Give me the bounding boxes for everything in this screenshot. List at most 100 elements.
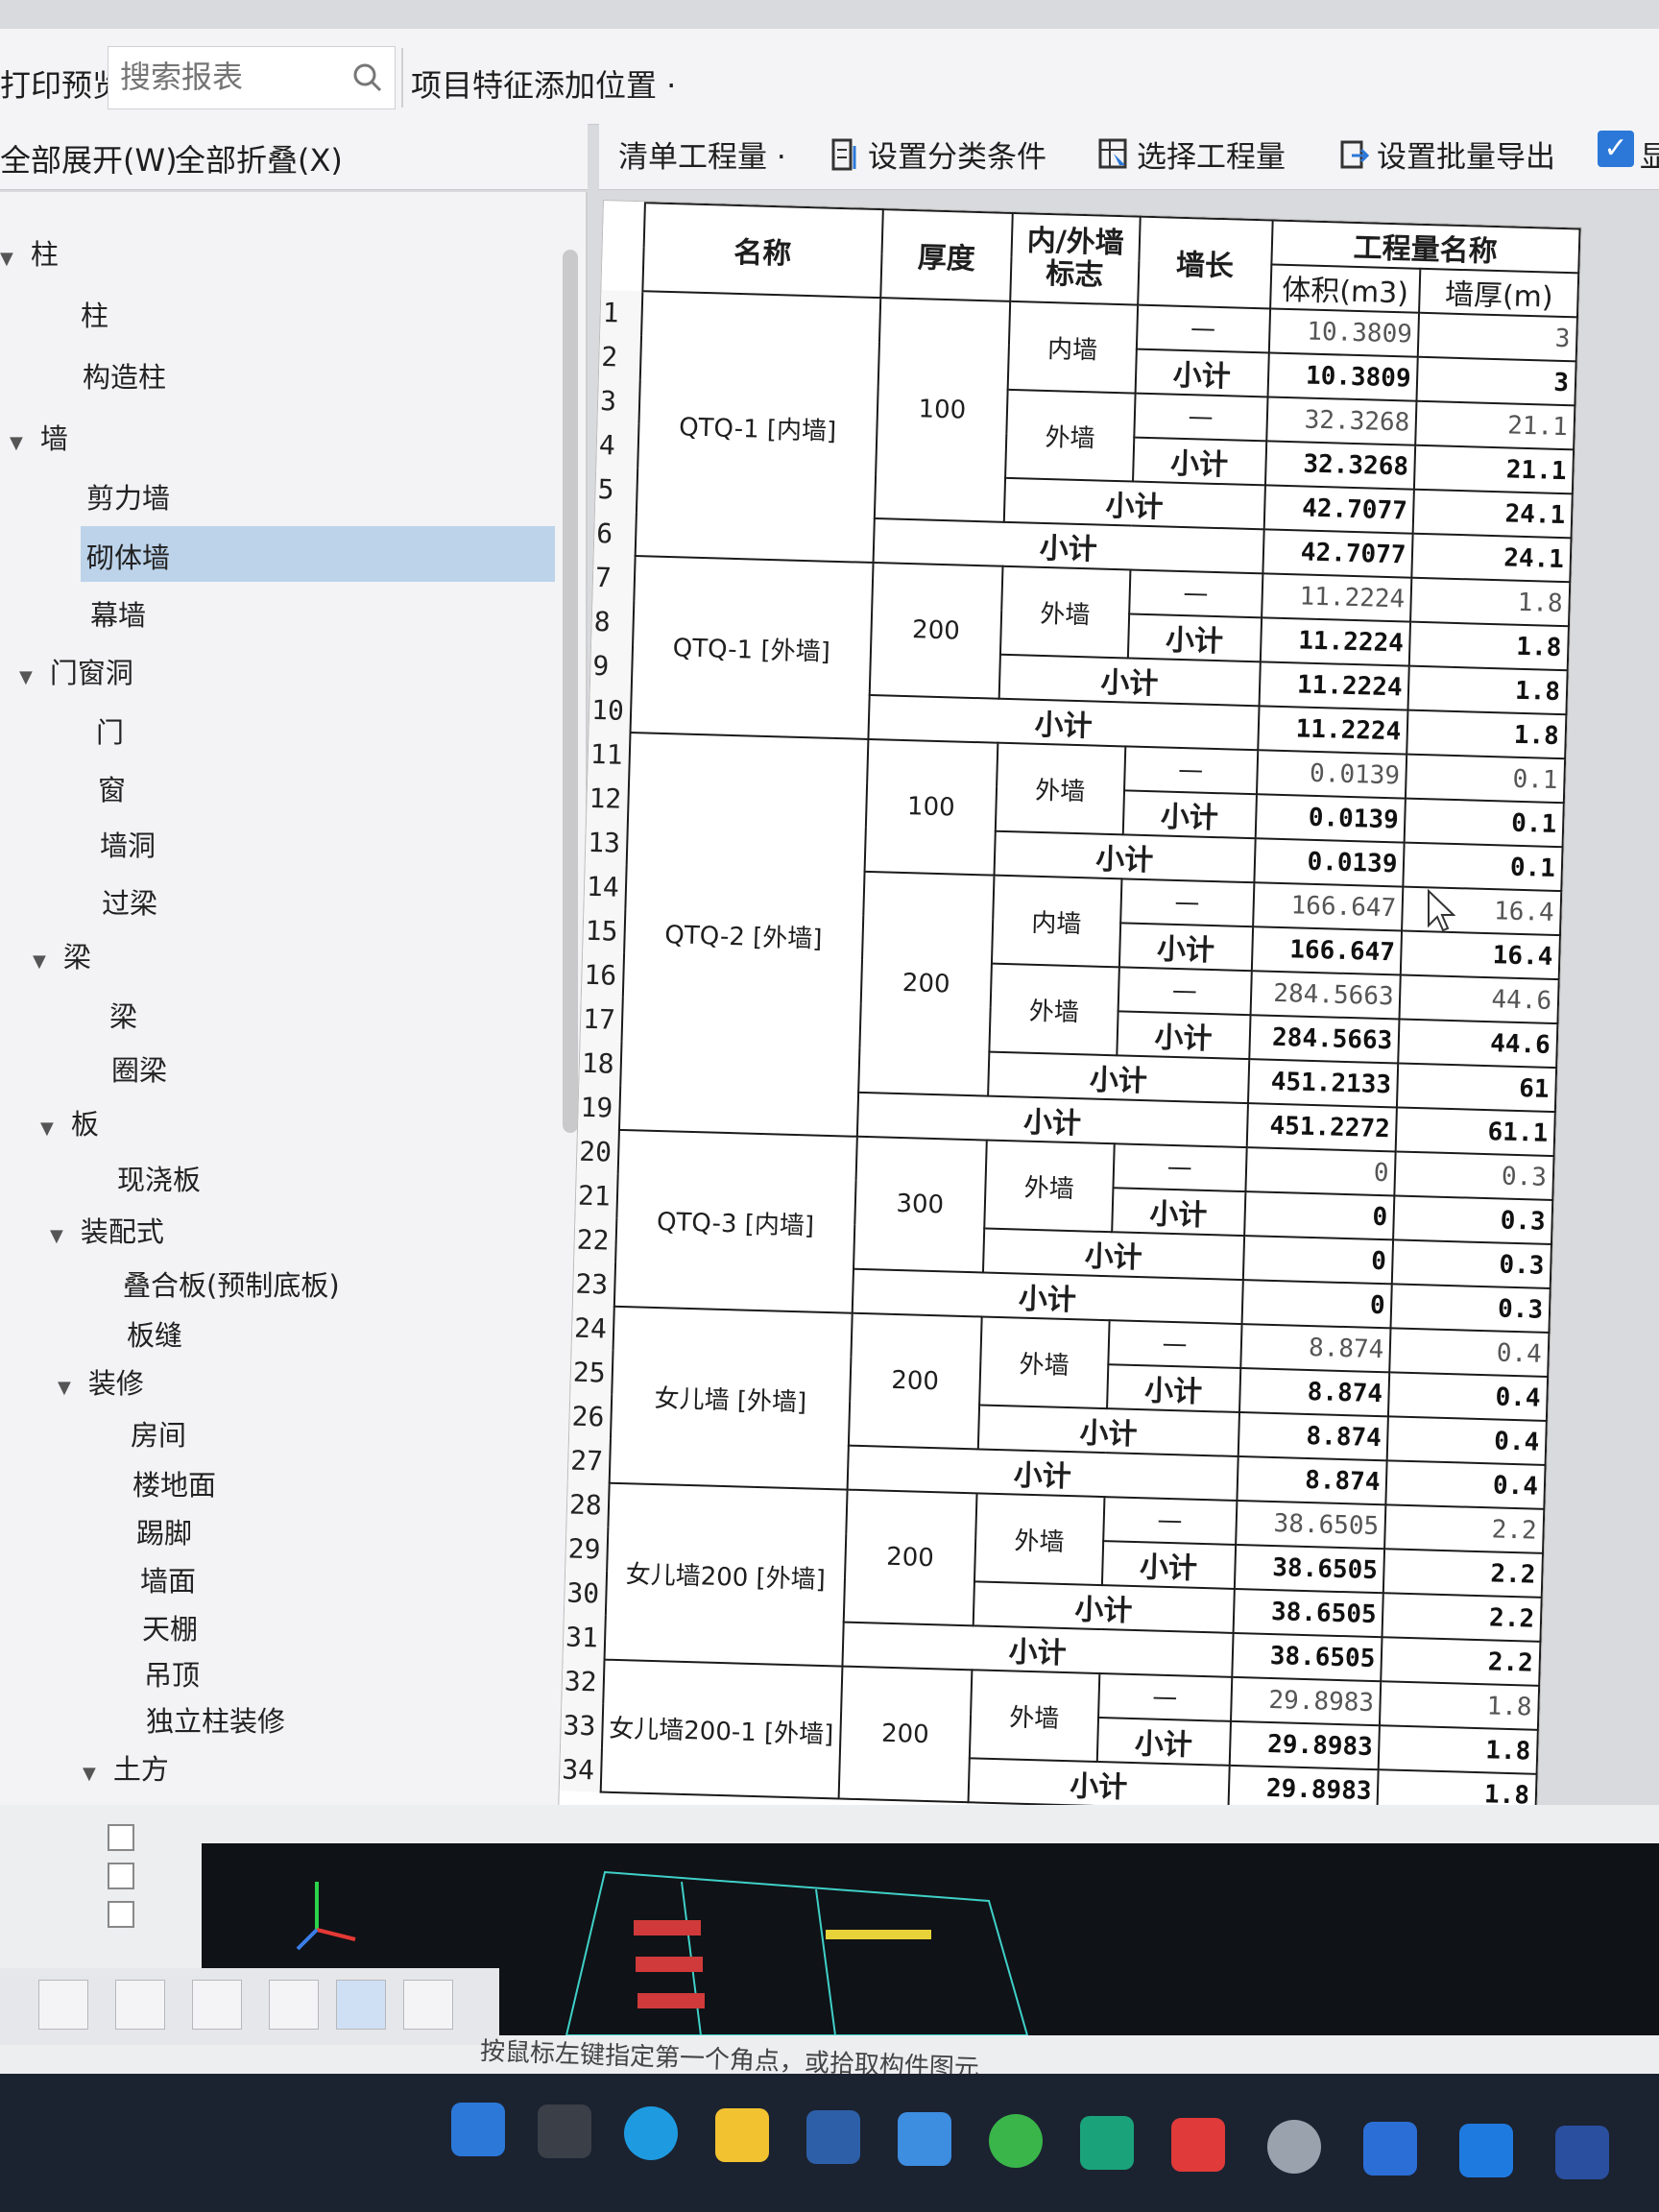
arc-tool[interactable] [403, 1980, 453, 2030]
tree-node-masonry-wall[interactable]: 砌体墙 [81, 526, 555, 582]
tree-node-ceiling[interactable]: 天棚 [142, 1607, 198, 1647]
search-icon[interactable] [349, 59, 387, 97]
header-length: 墙长 [1137, 216, 1273, 309]
header-name: 名称 [642, 203, 883, 299]
store-icon[interactable] [806, 2110, 860, 2164]
expand-arrow-icon[interactable]: ▼ [0, 249, 13, 269]
tree-toolbar: 全部展开(W) 全部折叠(X) [0, 117, 588, 190]
layer-checkbox[interactable] [108, 1901, 134, 1928]
tree-node-suspended-ceiling[interactable]: 吊顶 [144, 1653, 200, 1694]
report-table: 名称 厚度 内/外墙标志 墙长 工程量名称 体积(m3) 墙厚(m) 1 QTQ… [559, 201, 1581, 1819]
mail-icon[interactable] [898, 2112, 951, 2166]
preview-app-icon[interactable] [1363, 2122, 1417, 2176]
header-volume: 体积(m3) [1269, 264, 1421, 313]
tree-scrollbar[interactable] [563, 250, 578, 1133]
tree-node-slab-group[interactable]: ▼ 板 [40, 1102, 99, 1142]
export-icon [1340, 140, 1369, 168]
gtj-app-icon[interactable] [1555, 2126, 1609, 2179]
tree-node-openings-group[interactable]: ▼ 门窗洞 [19, 651, 133, 691]
green-app-icon[interactable] [1080, 2116, 1134, 2170]
component-name-cell: QTQ-2 [外墙] [618, 733, 869, 1137]
chat-app-icon[interactable] [989, 2114, 1043, 2168]
snap-tool[interactable] [336, 1980, 386, 2030]
tree-node-earthwork-group[interactable]: ▼ 土方 [83, 1747, 169, 1788]
tree-node-composite-slab[interactable]: 叠合板(预制底板) [123, 1263, 340, 1304]
tree-node-room[interactable]: 房间 [131, 1413, 186, 1454]
tree-node-ring-beam[interactable]: 圈梁 [111, 1048, 167, 1089]
tree-node-column[interactable]: 柱 [81, 294, 108, 334]
wall-thickness-cell: 3 [1418, 312, 1577, 362]
windows-taskbar [0, 2074, 1659, 2212]
tree-node-window[interactable]: 窗 [98, 768, 126, 808]
tree-node-slab-joint[interactable]: 板缝 [127, 1313, 182, 1354]
top-toolbar: 打印预览 项目特征添加位置 · [0, 29, 1659, 125]
angle-tool[interactable] [192, 1980, 242, 2030]
grid-select-icon [1098, 138, 1127, 168]
quantity-type-dropdown[interactable]: 清单工程量 · [618, 132, 786, 176]
layer-checkbox[interactable] [108, 1863, 134, 1889]
component-tree: ▼ 柱 柱 构造柱 ▼ 墙 剪力墙 砌体墙 幕墙 ▼ 门窗洞 门 窗 墙洞 过梁 ▼ 梁… [0, 192, 588, 1805]
expand-arrow-icon[interactable]: ▼ [40, 1118, 54, 1139]
tree-node-floor[interactable]: 楼地面 [132, 1463, 216, 1503]
wall-flag-cell: 外墙 [1004, 389, 1136, 482]
tree-node-column-finish[interactable]: 独立柱装修 [146, 1699, 285, 1740]
tree-node-wall-group[interactable]: ▼ 墙 [10, 417, 68, 457]
header-wall-flag: 内/外墙标志 [1010, 212, 1141, 305]
start-menu-icon[interactable] [451, 2103, 505, 2156]
tree-node-beam-group[interactable]: ▼ 梁 [33, 935, 91, 975]
offset-tool[interactable] [269, 1980, 319, 2030]
tree-node-prefab-group[interactable]: ▼ 装配式 [50, 1210, 164, 1250]
header-wall-thickness: 墙厚(m) [1419, 268, 1579, 318]
rect-select-tool[interactable] [38, 1980, 88, 2030]
task-view-icon[interactable] [538, 2104, 591, 2158]
quantity-report: 名称 厚度 内/外墙标志 墙长 工程量名称 体积(m3) 墙厚(m) 1 QTQ… [556, 200, 1582, 1878]
wps-office-icon[interactable] [1171, 2118, 1225, 2172]
expand-arrow-icon[interactable]: ▼ [19, 667, 33, 687]
edge-browser-icon[interactable] [624, 2106, 678, 2160]
expand-arrow-icon[interactable]: ▼ [58, 1378, 71, 1398]
tree-node-door[interactable]: 门 [96, 710, 124, 751]
expand-arrow-icon[interactable]: ▼ [83, 1764, 96, 1784]
t-app-icon[interactable] [1459, 2124, 1513, 2177]
tree-node-curtain-wall[interactable]: 幕墙 [90, 593, 146, 634]
tree-node-wall-opening[interactable]: 墙洞 [100, 824, 156, 864]
display-checkbox[interactable]: ✓ [1598, 131, 1634, 167]
layer-checkbox[interactable] [108, 1824, 134, 1851]
tree-node-lintel[interactable]: 过梁 [102, 881, 157, 922]
component-name-cell: 女儿墙200 [外墙] [604, 1482, 848, 1667]
header-thickness: 厚度 [880, 209, 1013, 301]
wall-flag-cell: 内墙 [1007, 301, 1138, 394]
collapse-all-button[interactable]: 全部折叠(X) [175, 136, 343, 180]
tree-node-shear-wall[interactable]: 剪力墙 [86, 476, 170, 517]
cloud-app-icon[interactable] [1267, 2120, 1321, 2174]
set-category-button[interactable]: 设置分类条件 [830, 132, 1046, 176]
tree-node-cast-slab[interactable]: 现浇板 [117, 1158, 201, 1198]
component-name-cell: 女儿墙 [外墙] [609, 1306, 853, 1490]
expand-arrow-icon[interactable]: ▼ [33, 951, 46, 972]
select-quantity-button[interactable]: 选择工程量 [1098, 132, 1286, 176]
display-checkbox-label: 显 [1640, 140, 1659, 175]
tree-node-skirting[interactable]: 踢脚 [136, 1511, 192, 1551]
delete-tool[interactable] [115, 1980, 165, 2030]
tree-node-constructional-column[interactable]: 构造柱 [83, 355, 166, 396]
print-preview-button[interactable]: 打印预览 [0, 61, 123, 106]
expand-arrow-icon[interactable]: ▼ [50, 1226, 63, 1246]
component-name-cell: 女儿墙200-1 [外墙] [600, 1659, 843, 1799]
expand-arrow-icon[interactable]: ▼ [10, 433, 23, 453]
tree-node-finishing-group[interactable]: ▼ 装修 [58, 1361, 144, 1402]
thickness-cell: 100 [874, 298, 1011, 522]
report-search-input[interactable] [108, 47, 329, 107]
category-icon [831, 138, 856, 170]
report-search-box[interactable] [108, 46, 396, 109]
expand-all-button[interactable]: 全部展开(W) [0, 136, 178, 180]
mouse-pointer-icon [1428, 889, 1455, 932]
row-number-header [601, 202, 645, 292]
toolbar-divider [401, 48, 403, 108]
file-explorer-icon[interactable] [715, 2108, 769, 2162]
tree-node-column-group[interactable]: ▼ 柱 [0, 232, 59, 273]
volume-cell: 10.3809 [1268, 308, 1420, 357]
tree-node-beam[interactable]: 梁 [109, 995, 137, 1035]
tree-node-wall-surface[interactable]: 墙面 [140, 1559, 196, 1599]
feature-position-dropdown[interactable]: 项目特征添加位置 · [411, 61, 676, 106]
batch-export-button[interactable]: 设置批量导出 [1338, 132, 1555, 176]
